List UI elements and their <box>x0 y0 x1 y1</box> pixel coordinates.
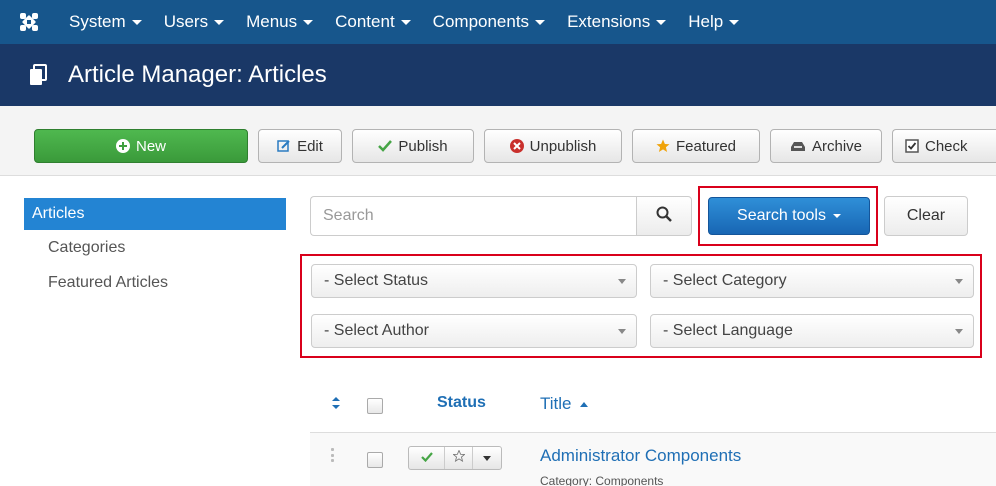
category-filter-value: - Select Category <box>663 272 787 289</box>
sort-ascending-icon <box>579 401 588 407</box>
sidebar-item-label: Featured Articles <box>48 274 169 291</box>
star-outline-icon <box>451 449 466 467</box>
sidebar-item-label: Categories <box>48 239 126 256</box>
sidebar-item-categories[interactable]: Categories <box>24 230 286 266</box>
unpublish-button-label: Unpublish <box>529 137 597 155</box>
search-placeholder: Search <box>323 207 374 224</box>
select-all-checkbox[interactable] <box>367 398 383 414</box>
caret-down-icon <box>303 19 314 25</box>
caret-down-icon <box>214 19 225 25</box>
action-toolbar: New Edit Publish Unpublish Featured Arch… <box>0 106 996 176</box>
stack-icon <box>26 63 50 87</box>
star-icon <box>656 139 670 153</box>
menu-menus[interactable]: Menus <box>235 0 324 44</box>
search-icon <box>656 206 672 227</box>
caret-down-icon <box>535 19 546 25</box>
menu-content[interactable]: Content <box>324 0 422 44</box>
ordering-sort-icon[interactable] <box>330 394 342 412</box>
feature-toggle-button[interactable] <box>445 447 473 469</box>
category-filter-select[interactable]: - Select Category <box>650 264 974 298</box>
search-tools-highlight <box>698 186 878 246</box>
dropdown-arrow-icon <box>955 329 963 334</box>
status-filter-select[interactable]: - Select Status <box>311 264 637 298</box>
menu-content-label: Content <box>335 12 395 31</box>
edit-button[interactable]: Edit <box>258 129 342 163</box>
clear-button-label: Clear <box>906 207 946 224</box>
menu-users[interactable]: Users <box>153 0 235 44</box>
new-button-label: New <box>135 137 166 155</box>
top-menubar: System Users Menus Content Components Ex… <box>0 0 996 44</box>
edit-icon <box>277 139 291 153</box>
clear-button[interactable]: Clear <box>884 196 968 236</box>
caret-down-icon <box>131 19 142 25</box>
menu-components-label: Components <box>432 12 530 31</box>
caret-down-icon <box>400 19 411 25</box>
featured-button-label: Featured <box>675 137 737 155</box>
sidebar-item-label: Articles <box>32 205 85 222</box>
menu-menus-label: Menus <box>246 12 298 31</box>
checkbox-icon <box>905 139 919 153</box>
title-header-label: Title <box>540 394 572 413</box>
search-input[interactable]: Search <box>310 196 636 236</box>
article-category: Category: Components <box>540 474 664 486</box>
language-filter-select[interactable]: - Select Language <box>650 314 974 348</box>
author-filter-value: - Select Author <box>324 322 429 339</box>
dropdown-arrow-icon <box>618 279 626 284</box>
menu-system-label: System <box>69 12 126 31</box>
submenu-sidebar: Articles Categories Featured Articles <box>24 198 286 300</box>
menu-components[interactable]: Components <box>422 0 556 44</box>
row-status-actions <box>408 446 502 470</box>
publish-button-label: Publish <box>398 137 448 155</box>
archive-button[interactable]: Archive <box>770 129 882 163</box>
drag-handle-icon[interactable] <box>331 448 335 462</box>
author-filter-select[interactable]: - Select Author <box>311 314 637 348</box>
sidebar-item-featured-articles[interactable]: Featured Articles <box>24 266 286 300</box>
unpublish-button[interactable]: Unpublish <box>484 129 622 163</box>
checkin-button-label: Check <box>925 137 968 155</box>
article-title-link[interactable]: Administrator Components <box>540 446 741 466</box>
dropdown-arrow-icon <box>618 329 626 334</box>
page-header: Article Manager: Articles <box>0 44 996 106</box>
archive-button-label: Archive <box>811 137 863 155</box>
menu-extensions[interactable]: Extensions <box>556 0 677 44</box>
archive-icon <box>790 140 806 152</box>
menu-help[interactable]: Help <box>677 0 750 44</box>
checkin-button[interactable]: Check <box>892 129 996 163</box>
caret-down-icon <box>483 455 491 461</box>
status-column-header[interactable]: Status <box>437 394 486 412</box>
search-button[interactable] <box>636 196 692 236</box>
caret-down-icon <box>656 19 667 25</box>
edit-button-label: Edit <box>297 137 323 155</box>
featured-button[interactable]: Featured <box>632 129 760 163</box>
sidebar-item-articles[interactable]: Articles <box>24 198 286 230</box>
check-icon <box>420 449 433 467</box>
plus-circle-icon <box>115 139 130 153</box>
publish-toggle-button[interactable] <box>409 447 445 469</box>
menu-extensions-label: Extensions <box>567 12 651 31</box>
caret-down-icon <box>729 19 740 25</box>
status-filter-value: - Select Status <box>324 272 429 289</box>
new-button[interactable]: New <box>34 129 248 163</box>
row-actions-dropdown[interactable] <box>473 447 501 469</box>
status-header-label: Status <box>437 394 486 411</box>
page-title: Article Manager: Articles <box>68 61 327 88</box>
dropdown-arrow-icon <box>955 279 963 284</box>
publish-button[interactable]: Publish <box>352 129 474 163</box>
menu-system[interactable]: System <box>58 0 153 44</box>
menu-help-label: Help <box>688 12 724 31</box>
check-icon <box>378 140 393 152</box>
row-checkbox[interactable] <box>367 452 383 468</box>
joomla-logo-icon[interactable] <box>0 0 58 44</box>
menu-users-label: Users <box>163 12 209 31</box>
remove-circle-icon <box>509 139 524 153</box>
language-filter-value: - Select Language <box>663 322 793 339</box>
title-column-header[interactable]: Title <box>540 394 588 414</box>
